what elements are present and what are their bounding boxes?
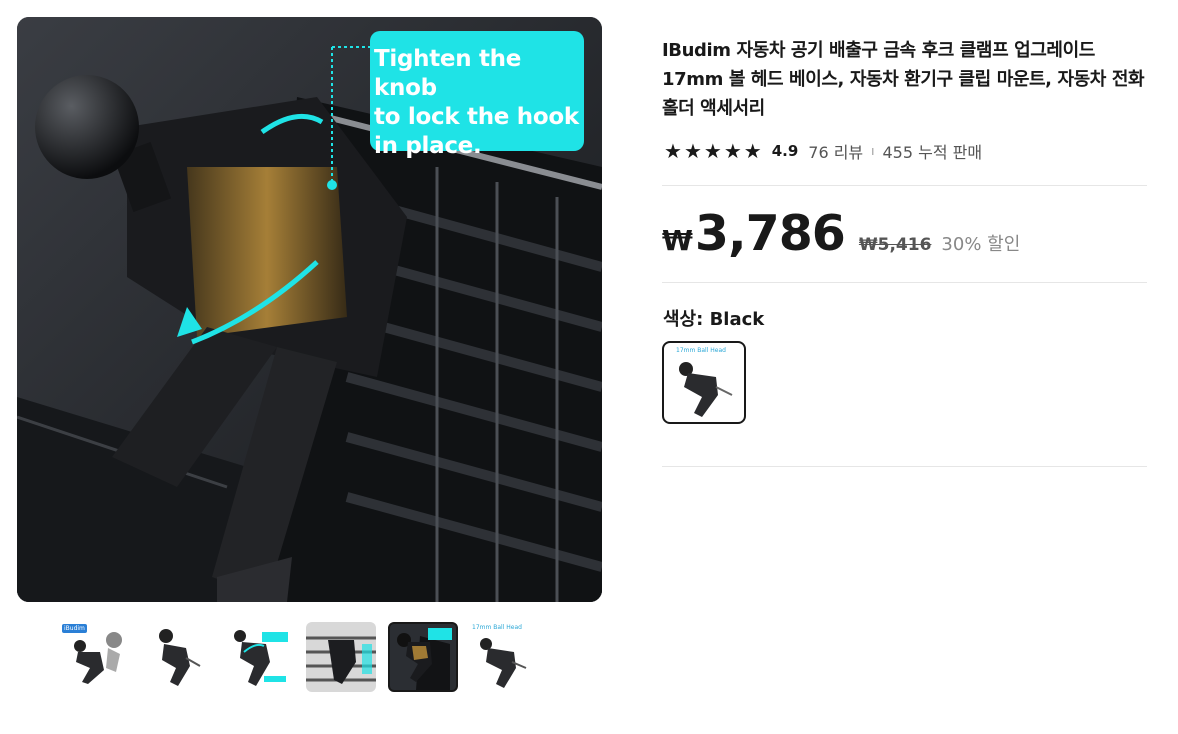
star-icon: ★ [723,139,742,163]
rating-score: 4.9 [771,142,799,160]
thumbnail-3[interactable] [224,622,294,692]
currency-symbol: ₩ [662,224,693,257]
star-rating: ★ ★ ★ ★ ★ [664,141,762,161]
discount-label: 30% 할인 [941,234,1021,255]
review-count-link[interactable]: 76 리뷰 [808,139,863,163]
sold-count: 455 누적 판매 [882,143,983,162]
separator: ı [871,144,875,158]
product-title: IBudim 자동차 공기 배출구 금속 후크 클램프 업그레이드 17mm 볼… [662,40,1145,119]
star-icon: ★ [743,139,762,163]
swatch-tag: 17mm Ball Head [676,347,726,354]
thumbnail-5[interactable] [388,622,458,692]
main-product-image[interactable]: Tighten the knob to lock the hook in pla… [17,17,602,602]
thumbnail-brand-tag: iBudim [62,624,87,633]
thumbnail-strip: iBudim 17mm Ball Head [60,622,540,692]
price-row: ₩ 3,786 ₩5,416 30% 할인 [662,205,1020,262]
thumbnail-6[interactable]: 17mm Ball Head [470,622,540,692]
color-option-black[interactable]: 17mm Ball Head [662,341,746,424]
mount-thumb-image [234,630,288,686]
star-icon: ★ [664,139,682,163]
mount-thumb-image [397,628,452,690]
thumbnail-4[interactable] [306,622,376,692]
divider [662,282,1147,283]
rating-row: ★ ★ ★ ★ ★ 4.9 76 리뷰 ı 455 누적 판매 [664,138,982,164]
mount-thumb-image [306,622,376,692]
image-callout-text: Tighten the knob to lock the hook in pla… [370,31,584,159]
current-price: 3,786 [694,205,846,262]
thumbnail-ball-head-tag: 17mm Ball Head [472,624,522,631]
thumbnail-1[interactable]: iBudim [60,622,130,692]
color-label: 색상: Black [663,309,765,330]
star-icon: ★ [703,139,722,163]
swatch-image [679,362,733,417]
star-icon: ★ [683,139,702,163]
mount-thumb-image [480,638,527,688]
divider [662,466,1147,467]
original-price: ₩5,416 [858,235,932,255]
divider [662,185,1147,186]
mount-thumb-image [159,629,201,686]
thumbnail-2[interactable] [142,622,212,692]
